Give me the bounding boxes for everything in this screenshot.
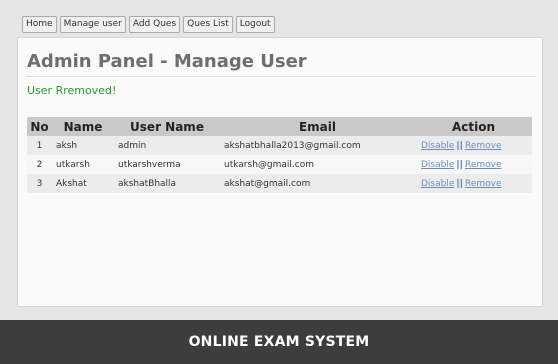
disable-link[interactable]: Disable <box>421 160 454 170</box>
row-no: 2 <box>27 155 52 174</box>
column-header-no: No <box>27 117 52 136</box>
table-row: 2 utkarsh utkarshverma utkarsh@gmail.com… <box>27 155 532 174</box>
row-name: utkarsh <box>52 155 114 174</box>
column-header-action: Action <box>415 117 532 136</box>
row-email: akshatbhalla2013@gmail.com <box>220 136 415 155</box>
footer: ONLINE EXAM SYSTEM <box>0 320 558 364</box>
row-actions: Disable || Remove <box>415 155 532 174</box>
row-username: admin <box>114 136 220 155</box>
disable-link[interactable]: Disable <box>421 179 454 189</box>
row-username: akshatBhalla <box>114 174 220 193</box>
row-username: utkarshverma <box>114 155 220 174</box>
row-no: 1 <box>27 136 52 155</box>
nav-add-ques-button[interactable]: Add Ques <box>128 16 181 33</box>
row-email: akshat@gmail.com <box>220 174 415 193</box>
action-separator: || <box>456 140 463 151</box>
row-name: Akshat <box>52 174 114 193</box>
page: Home Manage user Add Ques Ques List Logo… <box>0 0 558 364</box>
column-header-username: User Name <box>114 117 220 136</box>
nav-home-button[interactable]: Home <box>22 16 57 33</box>
remove-link[interactable]: Remove <box>465 179 502 189</box>
column-header-name: Name <box>52 117 114 136</box>
status-message: User Rremoved! <box>27 84 117 97</box>
row-name: aksh <box>52 136 114 155</box>
row-no: 3 <box>27 174 52 193</box>
table-header-row: No Name User Name Email Action <box>27 117 532 136</box>
table-row: 3 Akshat akshatBhalla akshat@gmail.com D… <box>27 174 532 193</box>
nav-ques-list-button[interactable]: Ques List <box>183 16 233 33</box>
content-panel: Admin Panel - Manage User User Rremoved!… <box>17 37 543 307</box>
row-actions: Disable || Remove <box>415 136 532 155</box>
remove-link[interactable]: Remove <box>465 160 502 170</box>
table-row: 1 aksh admin akshatbhalla2013@gmail.com … <box>27 136 532 155</box>
top-nav: Home Manage user Add Ques Ques List Logo… <box>22 16 275 33</box>
row-email: utkarsh@gmail.com <box>220 155 415 174</box>
nav-manage-user-button[interactable]: Manage user <box>59 16 126 33</box>
action-separator: || <box>456 178 463 189</box>
action-separator: || <box>456 159 463 170</box>
title-divider <box>26 76 536 77</box>
disable-link[interactable]: Disable <box>421 141 454 151</box>
remove-link[interactable]: Remove <box>465 141 502 151</box>
row-actions: Disable || Remove <box>415 174 532 193</box>
column-header-email: Email <box>220 117 415 136</box>
users-table: No Name User Name Email Action 1 aksh ad… <box>27 117 532 193</box>
page-title: Admin Panel - Manage User <box>27 51 307 72</box>
nav-logout-button[interactable]: Logout <box>235 16 275 33</box>
footer-title: ONLINE EXAM SYSTEM <box>188 334 370 350</box>
